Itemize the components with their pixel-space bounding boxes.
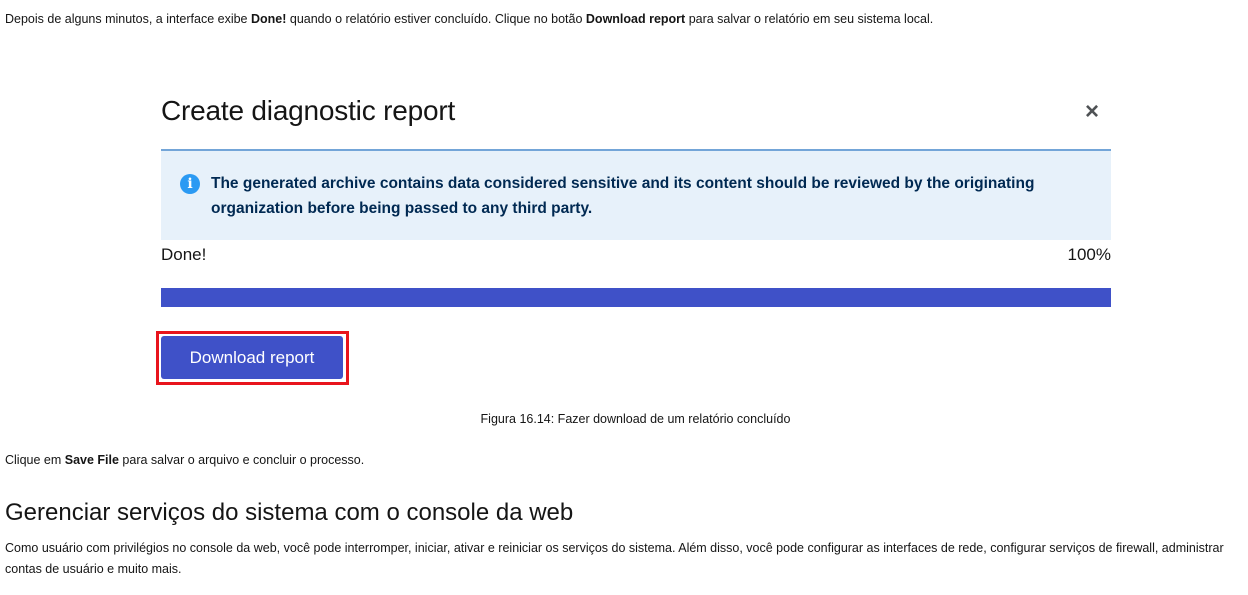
info-alert: i The generated archive contains data co… bbox=[161, 149, 1111, 240]
intro-bold-done: Done! bbox=[250, 12, 287, 26]
progress-bar bbox=[161, 288, 1111, 307]
progress-percent-value: 100% bbox=[1067, 245, 1111, 264]
documentation-page: Depois de alguns minutos, a interface ex… bbox=[0, 0, 1248, 595]
intro-text-2: quando o relatório estiver concluído. Cl… bbox=[286, 12, 586, 26]
download-report-button[interactable]: Download report bbox=[161, 336, 343, 379]
intro-paragraph: Depois de alguns minutos, a interface ex… bbox=[5, 9, 1235, 30]
progress-status-label: Done! bbox=[161, 245, 207, 264]
section-body-paragraph: Como usuário com privilégios no console … bbox=[5, 541, 1224, 576]
intro-text-1: Depois de alguns minutos, a interface ex… bbox=[5, 12, 251, 26]
save-text-1: Clique em bbox=[5, 453, 65, 467]
save-text-2: para salvar o arquivo e concluir o proce… bbox=[118, 453, 365, 467]
info-icon: i bbox=[180, 174, 200, 194]
alert-text: The generated archive contains data cons… bbox=[211, 175, 1035, 217]
section-heading: Gerenciar serviços do sistema com o cons… bbox=[5, 499, 574, 526]
figure-caption: Figura 16.14: Fazer download de um relat… bbox=[480, 412, 791, 426]
progress-bar-fill bbox=[161, 288, 1111, 307]
modal-title: Create diagnostic report bbox=[161, 95, 456, 126]
save-bold-savefile: Save File bbox=[64, 453, 119, 467]
intro-text-3: para salvar o relatório em seu sistema l… bbox=[685, 12, 934, 26]
save-file-paragraph: Clique em Save File para salvar o arquiv… bbox=[5, 450, 364, 471]
intro-bold-download: Download report bbox=[585, 12, 686, 26]
close-icon[interactable]: × bbox=[1080, 100, 1104, 124]
